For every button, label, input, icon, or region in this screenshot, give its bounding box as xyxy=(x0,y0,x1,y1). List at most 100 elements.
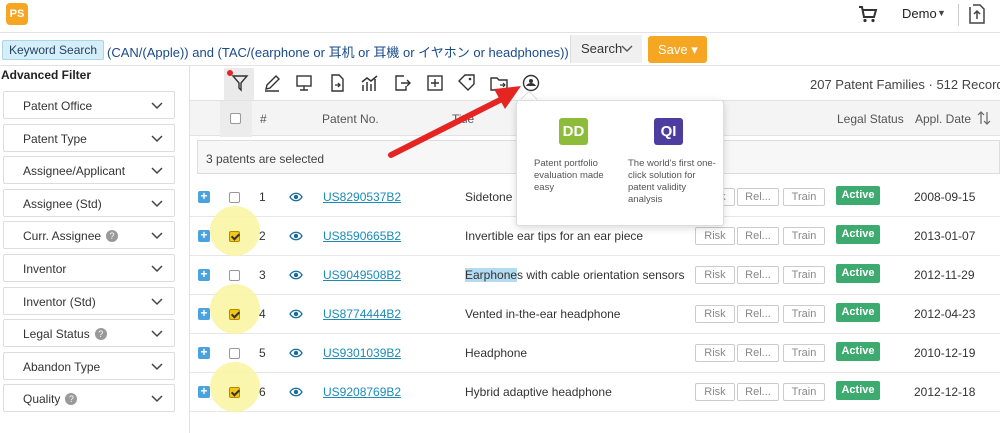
chevron-down-icon[interactable] xyxy=(150,327,164,341)
table-row[interactable]: +4 US8774444B2 Vented in-the-ear headphone… xyxy=(190,284,1000,334)
pen-icon[interactable] xyxy=(262,73,282,93)
search-button[interactable]: Search xyxy=(570,35,642,63)
patent-number-link[interactable]: US8774444B2 xyxy=(323,307,401,321)
patent-number-link[interactable]: US9049508B2 xyxy=(323,268,401,282)
filter-patent-office[interactable]: Patent Office xyxy=(3,91,175,119)
patent-number-link[interactable]: US8290537B2 xyxy=(323,190,401,204)
patent-number-link[interactable]: US9301039B2 xyxy=(323,346,401,360)
chevron-down-icon[interactable] xyxy=(150,229,164,243)
dd-tile-icon[interactable]: DD xyxy=(559,118,588,145)
risk-button[interactable]: Risk xyxy=(695,383,735,401)
export-icon[interactable] xyxy=(968,3,986,25)
filter-abandon-type[interactable]: Abandon Type xyxy=(3,351,175,380)
risk-button[interactable]: Risk xyxy=(695,305,735,323)
qi-tile-icon[interactable]: QI xyxy=(654,118,683,145)
user-menu[interactable]: Demo xyxy=(902,6,937,21)
table-row[interactable]: +6 US9208769B2 Hybrid adaptive headphone Ri… xyxy=(190,362,1000,412)
patent-title: Invertible ear tips for an ear piece xyxy=(465,229,644,243)
header-legal-status[interactable]: Legal Status xyxy=(837,112,904,126)
qi-description[interactable]: The world's first one-click solution for… xyxy=(628,158,716,206)
risk-button[interactable]: Risk xyxy=(695,227,735,245)
patent-number-link[interactable]: US8590665B2 xyxy=(323,229,401,243)
sort-icon[interactable] xyxy=(977,110,991,126)
risk-button[interactable]: Risk xyxy=(695,266,735,284)
chevron-down-icon[interactable] xyxy=(150,197,164,211)
related-button[interactable]: Rel... xyxy=(737,383,779,401)
related-button[interactable]: Rel... xyxy=(737,227,779,245)
folder-icon[interactable] xyxy=(489,73,509,93)
chevron-down-icon[interactable] xyxy=(150,164,164,178)
eye-icon[interactable] xyxy=(289,308,303,320)
filter-quality[interactable]: Quality? xyxy=(3,384,175,413)
filter-label: Abandon Type xyxy=(23,360,100,374)
help-icon[interactable]: ? xyxy=(106,230,119,243)
table-row[interactable]: +5 US9301039B2 Headphone Risk Rel... Train Act… xyxy=(190,334,1000,373)
row-number: 4 xyxy=(259,307,266,321)
filter-assignee-applicant[interactable]: Assignee/Applicant xyxy=(3,156,175,185)
train-button[interactable]: Train xyxy=(783,227,825,245)
related-button[interactable]: Rel... xyxy=(737,305,779,323)
header-appl-date[interactable]: Appl. Date xyxy=(915,112,971,126)
chevron-down-icon[interactable] xyxy=(150,360,164,374)
app-logo[interactable]: PS xyxy=(6,3,28,25)
train-button[interactable]: Train xyxy=(783,383,825,401)
train-button[interactable]: Train xyxy=(783,188,825,206)
train-button[interactable]: Train xyxy=(783,305,825,323)
filter-inventor-std[interactable]: Inventor (Std) xyxy=(3,286,175,315)
analytics-icon[interactable] xyxy=(360,73,380,93)
share-icon[interactable] xyxy=(392,73,412,93)
select-all-checkbox[interactable] xyxy=(230,113,241,124)
row-checkbox[interactable] xyxy=(229,270,240,281)
row-checkbox[interactable] xyxy=(229,231,240,242)
add-icon[interactable] xyxy=(425,73,445,93)
chevron-down-icon[interactable] xyxy=(150,262,164,276)
risk-button[interactable]: Risk xyxy=(695,344,735,362)
dd-description[interactable]: Patent portfolio evaluation made easy xyxy=(534,158,622,194)
chevron-down-icon[interactable] xyxy=(150,295,164,309)
keyword-search-tag[interactable]: Keyword Search xyxy=(2,40,105,60)
expand-icon[interactable]: + xyxy=(198,190,210,203)
chevron-down-icon[interactable] xyxy=(150,99,164,113)
train-button[interactable]: Train xyxy=(783,344,825,362)
help-icon[interactable]: ? xyxy=(65,393,78,406)
table-row[interactable]: +3 US9049508B2 Earphones with cable orient… xyxy=(190,256,1000,295)
filter-curr-assignee[interactable]: Curr. Assignee? xyxy=(3,221,175,250)
search-query-input[interactable]: (CAN/(Apple)) and (TAC/(earphone or 耳机 o… xyxy=(107,42,569,61)
row-checkbox[interactable] xyxy=(229,309,240,320)
eye-icon[interactable] xyxy=(289,269,303,281)
filter-assignee-std[interactable]: Assignee (Std) xyxy=(3,188,175,217)
cart-icon[interactable] xyxy=(858,5,878,23)
chevron-down-icon[interactable]: ▼ xyxy=(937,8,946,18)
tag-icon[interactable] xyxy=(457,73,477,93)
header-title[interactable]: Title xyxy=(452,112,474,126)
row-checkbox[interactable] xyxy=(229,348,240,359)
expand-icon[interactable]: + xyxy=(198,385,210,398)
filter-icon[interactable] xyxy=(230,73,250,93)
eye-icon[interactable] xyxy=(289,386,303,398)
filter-inventor[interactable]: Inventor xyxy=(3,254,175,282)
save-button[interactable]: Save ▾ xyxy=(648,36,707,63)
related-button[interactable]: Rel... xyxy=(737,266,779,284)
help-icon[interactable]: ? xyxy=(94,328,107,341)
header-patent-no[interactable]: Patent No. xyxy=(322,112,379,126)
export-doc-icon[interactable] xyxy=(327,73,347,93)
eye-icon[interactable] xyxy=(289,191,303,203)
filter-legal-status[interactable]: Legal Status? xyxy=(3,319,175,348)
expand-icon[interactable]: + xyxy=(198,307,210,320)
expand-icon[interactable]: + xyxy=(198,268,210,281)
train-button[interactable]: Train xyxy=(783,266,825,284)
valuation-icon[interactable] xyxy=(521,73,541,93)
row-checkbox[interactable] xyxy=(229,192,240,203)
row-checkbox[interactable] xyxy=(229,387,240,398)
expand-icon[interactable]: + xyxy=(198,346,210,359)
patent-number-link[interactable]: US9208769B2 xyxy=(323,385,401,399)
chevron-down-icon[interactable] xyxy=(150,392,164,406)
related-button[interactable]: Rel... xyxy=(737,344,779,362)
filter-patent-type[interactable]: Patent Type xyxy=(3,123,175,152)
expand-icon[interactable]: + xyxy=(198,229,210,242)
monitor-icon[interactable] xyxy=(294,73,314,93)
related-button[interactable]: Rel... xyxy=(737,188,779,206)
eye-icon[interactable] xyxy=(289,230,303,242)
eye-icon[interactable] xyxy=(289,347,303,359)
chevron-down-icon[interactable] xyxy=(150,132,164,146)
